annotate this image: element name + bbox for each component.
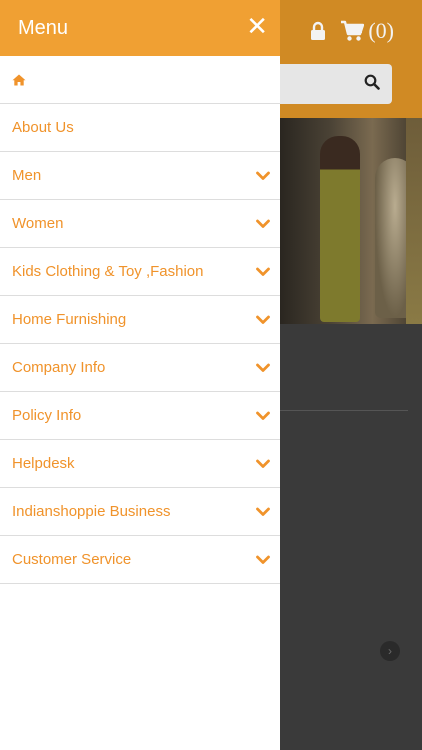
drawer-header: Menu ✕	[0, 0, 280, 56]
chevron-down-icon[interactable]	[256, 363, 270, 373]
search-input[interactable]	[270, 64, 392, 104]
menu-item-label: Home Furnishing	[12, 311, 127, 328]
close-icon[interactable]: ✕	[246, 13, 268, 43]
menu-item-policy-info[interactable]: Policy Info	[0, 392, 280, 440]
menu-item-helpdesk[interactable]: Helpdesk	[0, 440, 280, 488]
menu-item-company-info[interactable]: Company Info	[0, 344, 280, 392]
menu-item-about-us[interactable]: About Us	[0, 104, 280, 152]
menu-list: About Us Men Women Kids Clothing & Toy ,…	[0, 56, 280, 584]
side-menu-drawer: Menu ✕ About Us Men Women Kids Clothing …	[0, 0, 280, 750]
cart-icon	[340, 20, 365, 42]
menu-item-label: Men	[12, 167, 42, 184]
hero-banner-image[interactable]	[280, 118, 422, 324]
cart-button[interactable]: (0)	[340, 18, 394, 44]
chevron-down-icon[interactable]	[256, 411, 270, 421]
menu-item-home-furnishing[interactable]: Home Furnishing	[0, 296, 280, 344]
menu-item-label: Customer Service	[12, 551, 132, 568]
search-icon	[364, 74, 380, 95]
chevron-down-icon[interactable]	[256, 315, 270, 325]
menu-item-label: Kids Clothing & Toy ,Fashion	[12, 263, 204, 280]
chevron-down-icon[interactable]	[256, 219, 270, 229]
chevron-down-icon[interactable]	[256, 555, 270, 565]
menu-item-women[interactable]: Women	[0, 200, 280, 248]
lock-icon[interactable]	[310, 21, 326, 41]
chevron-down-icon[interactable]	[256, 267, 270, 277]
home-icon	[12, 74, 26, 86]
chevron-down-icon[interactable]	[256, 459, 270, 469]
menu-item-label: Helpdesk	[12, 455, 75, 472]
menu-item-label: Policy Info	[12, 407, 82, 424]
header-icons: (0)	[310, 18, 394, 44]
menu-item-label: About Us	[12, 119, 74, 136]
chevron-down-icon[interactable]	[256, 507, 270, 517]
menu-item-home[interactable]	[0, 56, 280, 104]
slider-next-button[interactable]: ›	[380, 641, 400, 661]
search-button[interactable]	[352, 64, 392, 104]
menu-item-kids-clothing[interactable]: Kids Clothing & Toy ,Fashion	[0, 248, 280, 296]
chevron-down-icon[interactable]	[256, 171, 270, 181]
menu-item-label: Indianshoppie Business	[12, 503, 171, 520]
menu-item-men[interactable]: Men	[0, 152, 280, 200]
menu-item-label: Women	[12, 215, 64, 232]
menu-item-indianshoppie-business[interactable]: Indianshoppie Business	[0, 488, 280, 536]
drawer-title: Menu	[18, 16, 69, 39]
chevron-right-icon: ›	[388, 644, 392, 658]
menu-item-customer-service[interactable]: Customer Service	[0, 536, 280, 584]
cart-count: (0)	[368, 18, 394, 43]
divider	[280, 410, 408, 411]
menu-item-label: Company Info	[12, 359, 106, 376]
